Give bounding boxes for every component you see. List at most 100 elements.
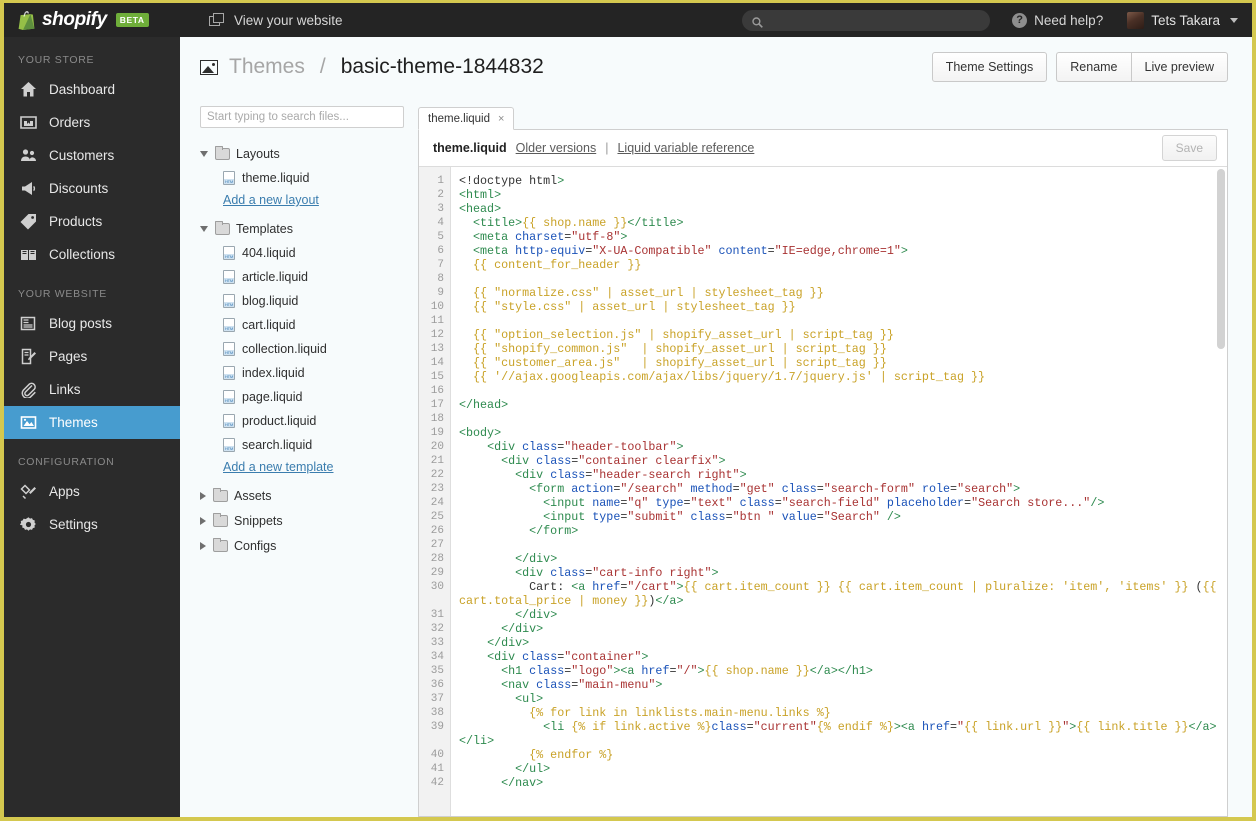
global-search-input[interactable] [769, 13, 970, 27]
file-theme-liquid[interactable]: theme.liquid [200, 166, 404, 190]
file-404-liquid[interactable]: 404.liquid [200, 241, 404, 265]
code-line: {{ "normalize.css" | asset_url | stylesh… [473, 286, 824, 300]
sidebar-item-label: Apps [49, 484, 80, 499]
file-collection-liquid[interactable]: collection.liquid [200, 337, 404, 361]
sidebar-item-blog-posts[interactable]: Blog posts [4, 307, 180, 340]
code-line: {% for link in linklists.main-menu.links… [529, 706, 831, 720]
sidebar-item-label: Settings [49, 517, 98, 532]
line-number: 2 [437, 189, 444, 201]
code-line: </div> [515, 552, 558, 566]
need-help-link[interactable]: ? Need help? [1012, 12, 1103, 28]
older-versions-link[interactable]: Older versions [516, 141, 597, 155]
code-content[interactable]: <!doctype html> <html> <head> <title>{{ sh… [451, 167, 1227, 816]
code-editor-panel: theme.liquid × theme.liquid Older versio… [418, 97, 1228, 817]
editor-tab-theme-liquid[interactable]: theme.liquid × [418, 107, 515, 130]
save-button[interactable]: Save [1161, 135, 1217, 161]
liquid-variable-reference-link[interactable]: Liquid variable reference [617, 141, 754, 155]
file-page-liquid[interactable]: page.liquid [200, 385, 404, 409]
file-article-liquid[interactable]: article.liquid [200, 265, 404, 289]
html-file-icon [223, 246, 235, 260]
folder-configs[interactable]: Configs [200, 533, 404, 558]
editor-scrollbar[interactable] [1217, 169, 1225, 349]
brand-area[interactable]: shopify BETA [4, 3, 180, 37]
view-your-website-link[interactable]: View your website [209, 13, 343, 28]
html-file-icon [223, 294, 235, 308]
megaphone-icon [20, 180, 37, 197]
code-line: <div class="container clearfix"> [501, 454, 726, 468]
live-preview-button[interactable]: Live preview [1130, 52, 1228, 82]
sidebar-item-orders[interactable]: Orders [4, 106, 180, 139]
app-window: shopify BETA View your website ? Need he… [0, 0, 1256, 821]
breadcrumb-parent[interactable]: Themes [229, 55, 305, 79]
line-number: 24 [430, 497, 444, 509]
file-cart-liquid[interactable]: cart.liquid [200, 313, 404, 337]
user-name: Tets Takara [1151, 12, 1220, 28]
add-new-template-link[interactable]: Add a new template [200, 460, 404, 474]
brand-name: shopify [42, 9, 107, 30]
line-number: 35 [430, 665, 444, 677]
sidebar-item-label: Discounts [49, 181, 109, 196]
file-label: 404.liquid [242, 246, 296, 260]
code-line: <div class="header-search right"> [515, 468, 747, 482]
close-icon[interactable]: × [498, 113, 504, 125]
sidebar: YOUR STORE Dashboard Orders Customers Di… [4, 37, 180, 817]
code-line: <html> [459, 188, 502, 202]
code-line: {{ "option_selection.js" | shopify_asset… [473, 328, 894, 342]
code-line: <form action="/search" method="get" clas… [529, 482, 1021, 496]
sidebar-item-label: Products [49, 214, 103, 229]
global-search[interactable] [742, 9, 991, 31]
file-index-liquid[interactable]: index.liquid [200, 361, 404, 385]
sidebar-item-pages[interactable]: Pages [4, 340, 180, 373]
chevron-down-icon[interactable] [200, 150, 208, 157]
folder-icon [215, 220, 230, 235]
folder-layouts[interactable]: Layouts [200, 141, 404, 166]
folder-icon [213, 487, 228, 502]
line-number: 42 [430, 777, 444, 789]
sidebar-item-dashboard[interactable]: Dashboard [4, 73, 180, 106]
chevron-right-icon[interactable] [200, 516, 206, 525]
folder-templates[interactable]: Templates [200, 216, 404, 241]
html-file-icon [223, 390, 235, 404]
file-product-liquid[interactable]: product.liquid [200, 409, 404, 433]
add-new-layout-link[interactable]: Add a new layout [200, 193, 404, 207]
code-line: {{ "style.css" | asset_url | stylesheet_… [473, 300, 796, 314]
user-menu[interactable]: Tets Takara [1127, 11, 1238, 29]
folder-assets[interactable]: Assets [200, 483, 404, 508]
folder-snippets[interactable]: Snippets [200, 508, 404, 533]
sidebar-item-apps[interactable]: Apps [4, 475, 180, 508]
file-search-liquid[interactable]: search.liquid [200, 433, 404, 457]
file-blog-liquid[interactable]: blog.liquid [200, 289, 404, 313]
file-label: article.liquid [242, 270, 309, 284]
code-line: </div> [487, 636, 530, 650]
sidebar-item-discounts[interactable]: Discounts [4, 172, 180, 205]
sidebar-item-themes[interactable]: Themes [4, 406, 180, 439]
sidebar-item-products[interactable]: Products [4, 205, 180, 238]
html-file-icon [223, 342, 235, 356]
html-file-icon [223, 414, 235, 428]
home-icon [20, 81, 37, 98]
line-number: 21 [430, 455, 444, 467]
sidebar-item-label: Collections [49, 247, 116, 262]
sidebar-item-links[interactable]: Links [4, 373, 180, 406]
line-number: 25 [430, 511, 444, 523]
search-icon [752, 15, 764, 28]
folder-label: Assets [234, 488, 272, 503]
theme-settings-button[interactable]: Theme Settings [931, 52, 1048, 82]
sidebar-section-configuration: CONFIGURATION Apps Settings [4, 439, 180, 541]
sidebar-item-customers[interactable]: Customers [4, 139, 180, 172]
line-number: 18 [430, 413, 444, 425]
sidebar-item-settings[interactable]: Settings [4, 508, 180, 541]
code-line: Cart: <a href="/cart">{{ cart.item_count… [459, 580, 1224, 608]
code-line: <!doctype html> [459, 174, 565, 188]
file-search-input[interactable] [200, 106, 404, 128]
chevron-down-icon[interactable] [200, 225, 208, 232]
code-line: {{ '//ajax.googleapis.com/ajax/libs/jque… [473, 370, 986, 384]
sidebar-item-collections[interactable]: Collections [4, 238, 180, 271]
chevron-right-icon[interactable] [200, 541, 206, 550]
code-line: {{ "customer_area.js" | shopify_asset_ur… [473, 356, 887, 370]
top-bar-right: ? Need help? Tets Takara [742, 3, 1252, 37]
rename-button[interactable]: Rename [1056, 52, 1131, 82]
chevron-right-icon[interactable] [200, 491, 206, 500]
